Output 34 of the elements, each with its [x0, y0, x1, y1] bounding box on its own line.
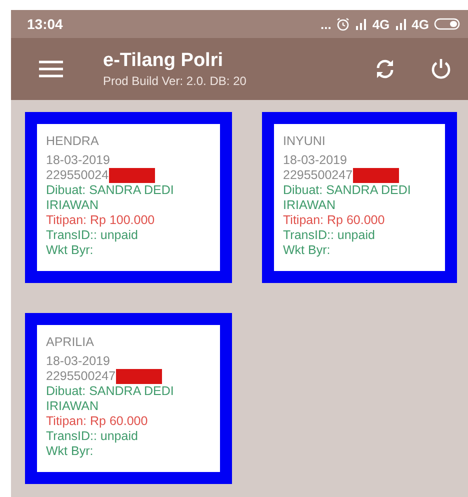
customer-name: APRILIA: [46, 335, 94, 350]
transaction-id: TransID:: unpaid: [283, 228, 375, 243]
transaction-id: TransID:: unpaid: [46, 429, 138, 444]
more-indicator: ...: [320, 16, 332, 32]
signal-icon: [355, 18, 368, 30]
creator-label: Dibuat: SANDRA DEDI IRIAWAN: [46, 384, 175, 414]
alarm-icon: [336, 17, 350, 31]
creator-label: Dibuat: SANDRA DEDI IRIAWAN: [46, 183, 175, 213]
ticket-date: 18-03-2019: [283, 153, 347, 168]
clock-time: 13:04: [27, 16, 63, 32]
customer-name: INYUNI: [283, 134, 326, 149]
customer-name: HENDRA: [46, 134, 99, 149]
ticket-number: 2295500247: [46, 369, 116, 384]
app-title: e-Tilang Polri: [103, 50, 224, 72]
ticket-card[interactable]: HENDRA 18-03-2019 229550024 Dibuat: SANDRA DEDI IRIAWAN Titipan: Rp 100.000 TransID:: unpaid Wkt Byr:: [25, 112, 232, 283]
ticket-card[interactable]: INYUNI 18-03-2019 2295500247 Dibuat: SANDRA DEDI IRIAWAN Titipan: Rp 60.000 TransID:: unpaid Wkt Byr:: [262, 112, 457, 283]
ticket-number: 229550024: [46, 168, 109, 183]
ticket-date: 18-03-2019: [46, 153, 110, 168]
payment-time: Wkt Byr:: [46, 444, 94, 459]
ticket-date: 18-03-2019: [46, 354, 110, 369]
battery-icon: [434, 18, 460, 30]
payment-time: Wkt Byr:: [283, 243, 330, 258]
signal-icon: [394, 18, 407, 30]
payment-time: Wkt Byr:: [46, 243, 94, 258]
ticket-number: 2295500247: [283, 168, 353, 183]
build-version: Prod Build Ver: 2.0. DB: 20: [103, 74, 248, 88]
ticket-card[interactable]: APRILIA 18-03-2019 2295500247 Dibuat: SANDRA DEDI IRIAWAN Titipan: Rp 60.000 TransID:: unpaid Wkt Byr:: [25, 313, 232, 484]
network-type: 4G: [412, 16, 429, 32]
deposit-amount: Titipan: Rp 60.000: [46, 414, 148, 429]
deposit-amount: Titipan: Rp 100.000: [46, 213, 155, 228]
transaction-id: TransID:: unpaid: [46, 228, 138, 243]
creator-label: Dibuat: SANDRA DEDI IRIAWAN: [283, 183, 412, 213]
deposit-amount: Titipan: Rp 60.000: [283, 213, 385, 228]
network-type: 4G: [372, 16, 390, 32]
